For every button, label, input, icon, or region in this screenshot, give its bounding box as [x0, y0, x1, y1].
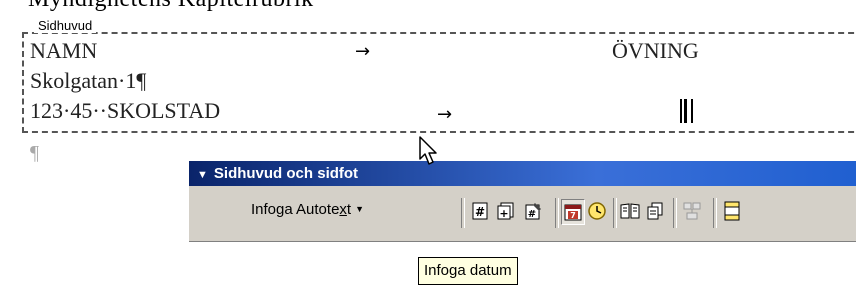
format-page-number-icon: # [525, 203, 541, 220]
insert-page-count-button[interactable]: + [495, 199, 517, 223]
clock-icon [588, 202, 606, 220]
svg-text:#: # [528, 209, 536, 220]
document-text-icon [647, 202, 663, 220]
page-count-icon: + [497, 202, 514, 220]
svg-text:7: 7 [570, 211, 576, 220]
paragraph-mark: ¶ [30, 142, 40, 164]
link-headers-icon [683, 202, 701, 220]
toolbar-title-bar[interactable]: ▼ Sidhuvud och sidfot [189, 161, 856, 186]
header-line-name: NAMN [30, 38, 98, 63]
open-book-icon [620, 203, 640, 219]
header-line-exercise: ÖVNING [612, 38, 699, 63]
insert-date-button[interactable]: 7 [561, 199, 585, 225]
insert-time-button[interactable] [586, 199, 608, 223]
autotext-label-part: t [346, 201, 352, 218]
header-line-postal: 123·45··SKOLSTAD [30, 98, 221, 123]
tooltip: Infoga datum [418, 257, 518, 285]
text-insertion-cursor [680, 99, 693, 123]
mouse-pointer-icon [419, 136, 437, 165]
switch-header-footer-icon [724, 201, 740, 221]
toolbar-separator [673, 198, 677, 228]
toolbar-separator [713, 198, 717, 228]
header-area-label: Sidhuvud [34, 18, 97, 33]
insert-page-number-button[interactable]: # [469, 199, 491, 223]
tab-marker: → [355, 41, 371, 62]
same-as-previous-button[interactable] [681, 199, 703, 223]
page-setup-button[interactable] [619, 199, 641, 223]
toolbar-separator [555, 198, 559, 228]
autotext-label-accelerator: x [339, 201, 347, 218]
cut-off-text-line: Myndighetens Kapitelrubrik [28, 0, 314, 13]
show-hide-document-text-button[interactable] [644, 199, 666, 223]
format-page-number-button[interactable]: # [522, 199, 544, 223]
dropdown-arrow-icon: ▼ [355, 204, 365, 214]
autotext-label-part: Infoga Autote [251, 201, 340, 218]
switch-header-footer-button[interactable] [721, 199, 743, 223]
page-number-icon: # [472, 202, 488, 220]
toolbar-menu-caret-icon[interactable]: ▼ [197, 169, 208, 181]
header-footer-toolbar: ▼ Sidhuvud och sidfot Infoga Autotext ▼ # … [188, 160, 856, 241]
svg-text:#: # [475, 205, 485, 219]
header-line-street: Skolgatan·1¶ [30, 68, 147, 93]
svg-text:+: + [499, 207, 508, 220]
tab-marker: → [437, 104, 453, 125]
document-page: Myndighetens Kapitelrubrik Sidhuvud NAMN… [0, 0, 856, 291]
toolbar-title: Sidhuvud och sidfot [213, 165, 359, 182]
toolbar-separator [461, 198, 465, 228]
toolbar-separator [613, 198, 617, 228]
calendar-icon: 7 [564, 204, 582, 221]
insert-autotext-button[interactable]: Infoga Autotext ▼ [251, 201, 364, 218]
